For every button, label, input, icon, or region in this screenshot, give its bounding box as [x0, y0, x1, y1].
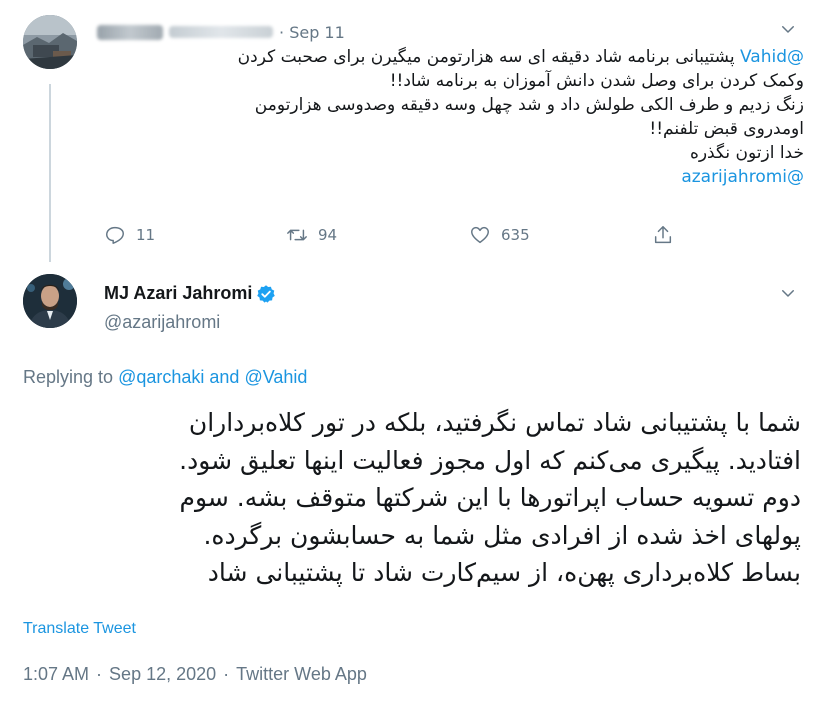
tweet-text-line: شما با پشتیبانی شاد تماس نگرفتید، بلکه د… — [188, 408, 801, 437]
like-button[interactable]: 635 — [469, 224, 530, 246]
replying-to-user-link[interactable]: @Vahid — [244, 367, 307, 387]
tweet-text-line: بساط کلاه‌برداری پهن‌ه، از سیم‌کارت شاد … — [207, 558, 801, 588]
tweet-date[interactable]: Sep 12, 2020 — [109, 664, 216, 684]
parent-tweet-actions: 11 94 635 — [104, 224, 704, 250]
tweet-text-line: اومدروی قبض تلفنم!! — [649, 119, 804, 139]
author-handle[interactable]: @azarijahromi — [104, 312, 220, 333]
reply-button[interactable]: 11 — [104, 224, 155, 246]
share-icon — [654, 226, 672, 244]
replying-to-label: Replying to — [23, 367, 114, 387]
tweet-text-line: پولهای اخذ شده از افرادی مثل شما به حساب… — [203, 520, 801, 550]
replying-and-link[interactable]: and — [209, 367, 239, 387]
tweet-time[interactable]: 1:07 AM — [23, 664, 89, 684]
chevron-down-icon — [782, 26, 794, 33]
parent-tweet[interactable]: · Sep 11 @Vahid پشتیبانی برنامه شاد دقیق… — [0, 0, 825, 262]
meta-separator: · — [223, 664, 230, 684]
tweet-text-line: وکمک کردن برای وصل شدن دانش آموزان به بر… — [389, 71, 804, 91]
author-name[interactable]: MJ Azari Jahromi — [104, 283, 252, 304]
tweet-text-line: پشتیبانی برنامه شاد دقیقه ای سه هزارتومن… — [237, 47, 735, 67]
retweet-icon — [287, 229, 307, 241]
tweet-text: شما با پشتیبانی شاد تماس نگرفتید، بلکه د… — [23, 404, 801, 592]
retweet-count: 94 — [318, 226, 338, 244]
replying-to: Replying to @qarchaki and @Vahid — [23, 367, 307, 388]
author-name-row: MJ Azari Jahromi — [104, 283, 276, 304]
retweet-button[interactable]: 94 — [286, 224, 337, 246]
verified-badge-icon — [257, 284, 276, 303]
tweet-text-line: خدا ازتون نگذره — [689, 143, 804, 163]
thread-connector-line — [49, 84, 51, 262]
tweet-more-button[interactable] — [773, 278, 803, 308]
header-separator: · — [279, 22, 285, 42]
chevron-down-icon — [782, 290, 794, 297]
tweet-source[interactable]: Twitter Web App — [236, 664, 367, 684]
tweet-text-line: دوم تسویه حساب اپراتورها با این شرکتها م… — [179, 483, 801, 513]
parent-author-avatar[interactable] — [23, 15, 77, 69]
like-icon — [471, 226, 489, 244]
blurred-author-name — [97, 24, 163, 40]
translate-tweet-link[interactable]: Translate Tweet — [23, 620, 136, 638]
like-count: 635 — [501, 226, 530, 244]
parent-tweet-more-button[interactable] — [773, 14, 803, 44]
tweet-metadata: 1:07 AM · Sep 12, 2020 · Twitter Web App — [23, 664, 367, 685]
tweet-text-line: افتادید. پیگیری می‌کنم که اول مجوز فعالی… — [179, 445, 801, 475]
reply-icon — [106, 226, 124, 244]
replying-to-user-link[interactable]: @qarchaki — [118, 367, 204, 387]
mention-link[interactable]: @Vahid — [740, 47, 804, 67]
tweet-text-line: زنگ زدیم و طرف الکی طولش داد و شد چهل وس… — [254, 95, 804, 115]
parent-tweet-date[interactable]: Sep 11 — [289, 23, 345, 42]
parent-tweet-header: · Sep 11 — [97, 21, 345, 43]
share-button[interactable] — [652, 224, 684, 246]
meta-separator: · — [96, 664, 103, 684]
reply-count: 11 — [136, 226, 156, 244]
parent-tweet-text: @Vahid پشتیبانی برنامه شاد دقیقه ای سه ه… — [130, 45, 804, 189]
avatar-image — [23, 15, 77, 69]
blurred-author-handle — [169, 26, 273, 38]
author-avatar[interactable] — [23, 274, 77, 328]
mention-link[interactable]: @azarijahromi — [681, 167, 804, 187]
avatar-image — [23, 274, 77, 328]
